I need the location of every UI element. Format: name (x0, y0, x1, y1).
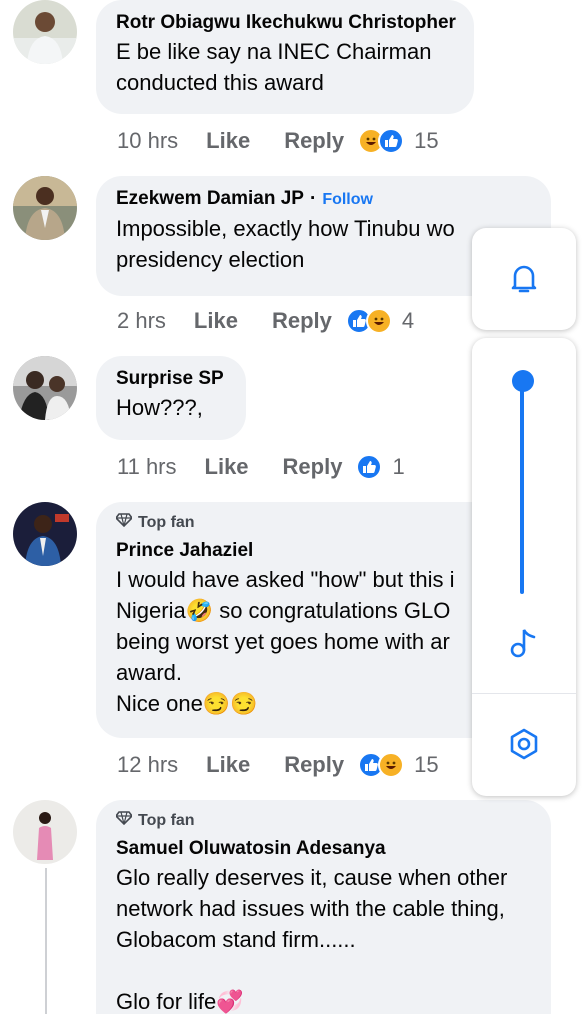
comment-time[interactable]: 12 hrs (117, 752, 178, 778)
comment-time[interactable]: 2 hrs (117, 308, 166, 334)
comment-time[interactable]: 11 hrs (117, 454, 177, 480)
hexagon-settings-icon[interactable] (504, 724, 544, 764)
comment-meta: 10 hrs Like Reply 15 (117, 126, 439, 156)
reply-button[interactable]: Reply (284, 752, 344, 778)
comment-text: Impossible, exactly how Tinubu wo presid… (116, 216, 455, 272)
reaction-count: 15 (414, 752, 439, 777)
avatar[interactable] (13, 800, 77, 864)
comment-time[interactable]: 10 hrs (117, 128, 178, 154)
like-button[interactable]: Like (206, 128, 250, 154)
haha-reaction-icon (378, 752, 405, 778)
like-button[interactable]: Like (194, 308, 238, 334)
reactions[interactable]: 4 (345, 308, 415, 334)
panel-divider (472, 693, 576, 694)
slider-thumb[interactable] (512, 370, 534, 392)
comment-meta: 2 hrs Like Reply 4 (117, 306, 414, 336)
reaction-count: 15 (414, 128, 439, 153)
separator-dot: · (309, 188, 317, 209)
thread-line (45, 868, 47, 1024)
reply-button[interactable]: Reply (283, 454, 343, 480)
comment-meta: 11 hrs Like Reply 1 (117, 452, 405, 482)
like-reaction-icon (356, 454, 383, 480)
comment-author[interactable]: Samuel Oluwatosin Adesanya (116, 836, 531, 862)
top-fan-badge: Top fan (114, 512, 466, 534)
comment-text: I would have asked "how" but this i Nige… (116, 567, 455, 716)
comment-text: E be like say na INEC Chairman conducted… (116, 39, 432, 95)
badge-label: Top fan (138, 812, 195, 829)
haha-reaction-icon (365, 308, 392, 334)
comment-bubble: Surprise SP How???, (96, 356, 246, 440)
comment-text: How???, (116, 395, 203, 420)
follow-button[interactable]: Follow (322, 191, 373, 208)
comment-bubble: Rotr Obiagwu Ikechukwu Christopher E be … (96, 0, 474, 114)
top-fan-badge: Top fan (114, 810, 531, 832)
slider-track[interactable] (520, 382, 524, 594)
avatar[interactable] (13, 176, 77, 240)
like-button[interactable]: Like (206, 752, 250, 778)
reaction-count: 1 (392, 454, 405, 479)
reply-button[interactable]: Reply (272, 308, 332, 334)
comment-bubble: Top fan Prince Jahaziel I would have ask… (96, 502, 486, 738)
reaction-count: 4 (401, 308, 415, 333)
comment-text: Glo really deserves it, cause when other… (116, 865, 508, 1014)
reactions[interactable]: 15 (358, 128, 439, 154)
diamond-icon (114, 810, 134, 832)
avatar[interactable] (13, 502, 77, 566)
comment-author[interactable]: Surprise SP (116, 366, 226, 392)
bell-icon[interactable] (504, 258, 544, 298)
reply-button[interactable]: Reply (284, 128, 344, 154)
diamond-icon (114, 512, 134, 534)
badge-label: Top fan (138, 514, 195, 531)
comment-author-row: Ezekwem Damian JP · Follow (116, 186, 531, 213)
reactions[interactable]: 15 (358, 752, 439, 778)
comment-author[interactable]: Prince Jahaziel (116, 538, 466, 564)
avatar[interactable] (13, 0, 77, 64)
music-note-icon[interactable] (504, 622, 544, 662)
avatar[interactable] (13, 356, 77, 420)
like-reaction-icon (378, 128, 405, 154)
comment-author[interactable]: Ezekwem Damian JP (116, 188, 304, 209)
comment-author[interactable]: Rotr Obiagwu Ikechukwu Christopher (116, 10, 456, 36)
comment-meta: 12 hrs Like Reply 15 (117, 750, 439, 780)
bottom-edge (0, 1014, 582, 1024)
like-button[interactable]: Like (205, 454, 249, 480)
reactions[interactable]: 1 (356, 454, 405, 480)
comment-bubble: Top fan Samuel Oluwatosin Adesanya Glo r… (96, 800, 551, 1024)
